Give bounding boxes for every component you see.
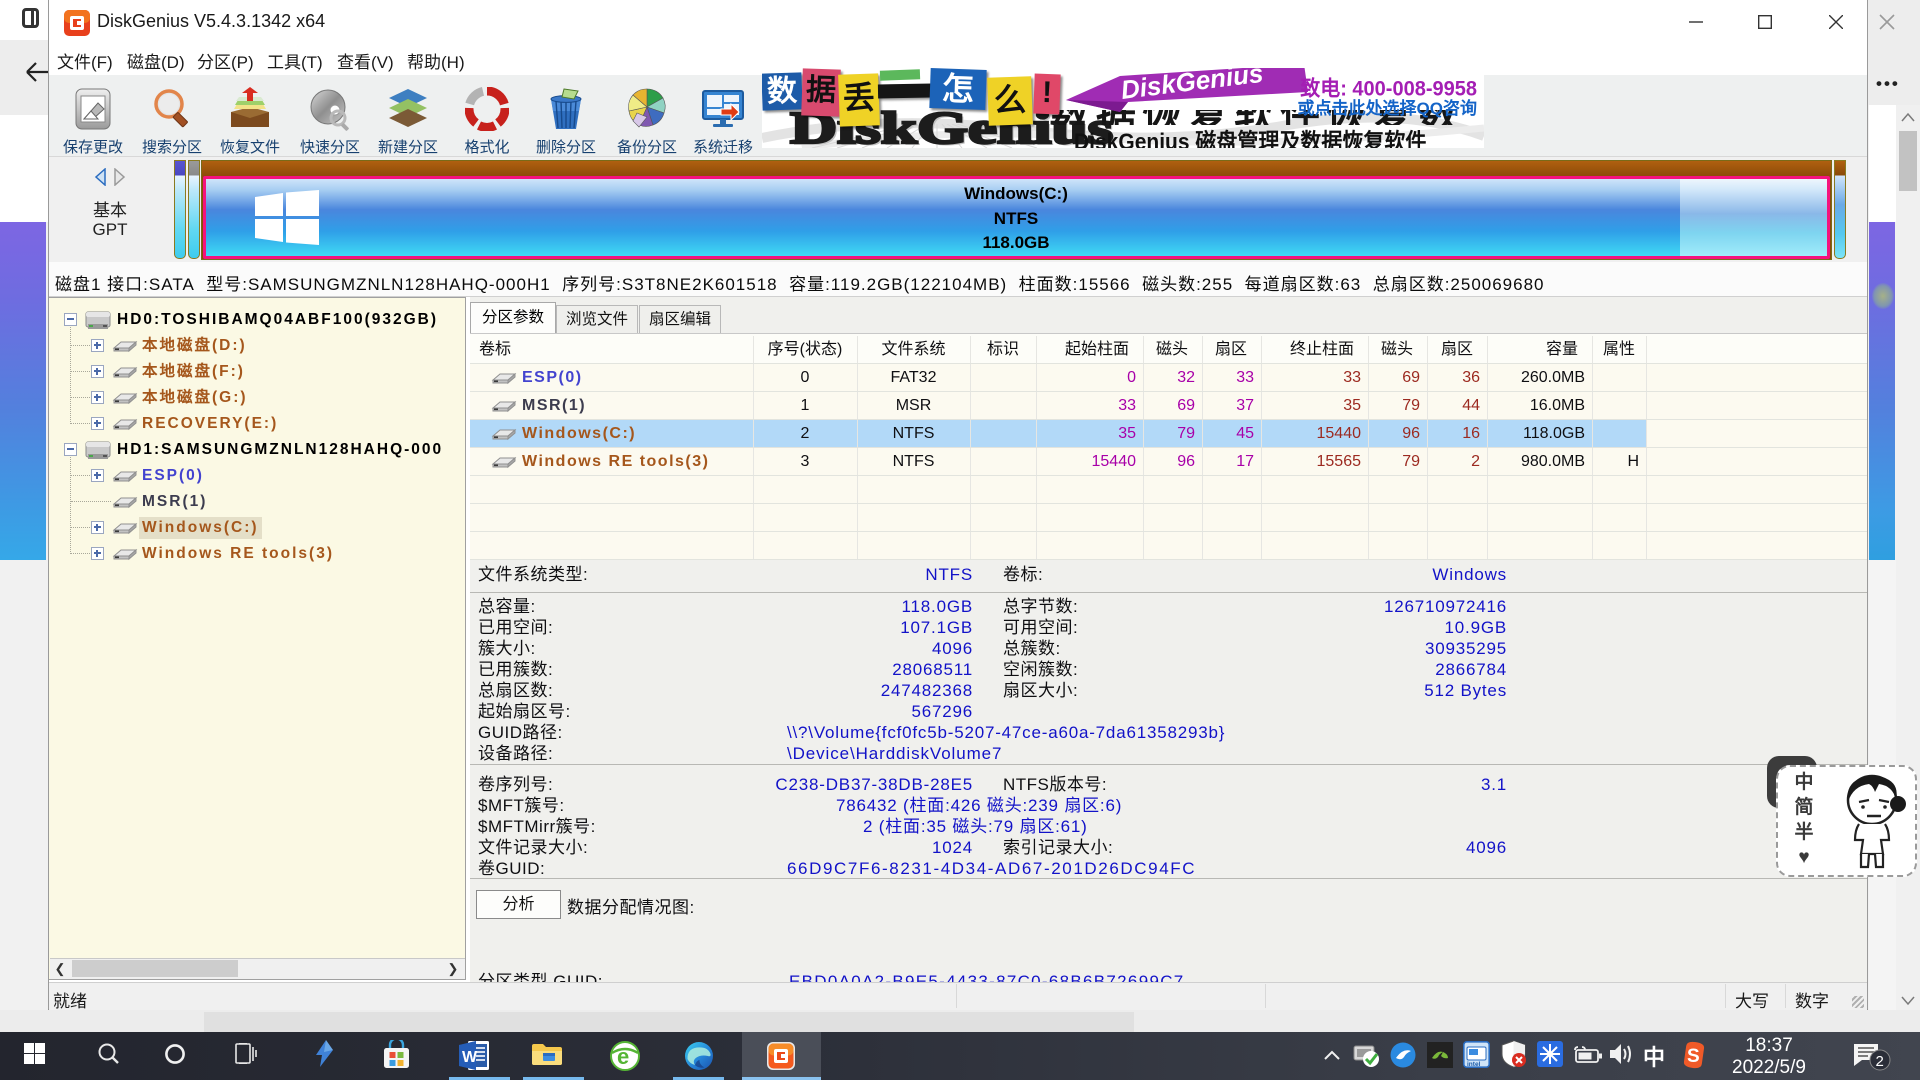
svg-text:e: e	[617, 1044, 629, 1069]
svg-text:DiskGenius: DiskGenius	[1119, 68, 1265, 105]
svg-text:W: W	[462, 1049, 478, 1066]
svg-text:2: 2	[1876, 1053, 1884, 1070]
svg-text:S: S	[1687, 1046, 1700, 1067]
svg-text:intel: intel	[1467, 1061, 1481, 1068]
